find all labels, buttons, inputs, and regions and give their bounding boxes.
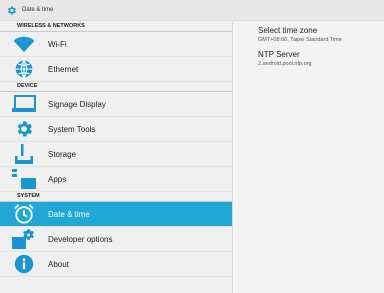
clock-icon — [10, 202, 38, 227]
sidebar-item-label: Apps — [48, 174, 67, 184]
sidebar-item-wifi[interactable]: Wi-Fi — [0, 32, 232, 57]
preference-summary: 2.android.pool.ntp.org — [258, 61, 312, 67]
preference-title: Select time zone — [258, 26, 318, 35]
section-header-system: SYSTEM — [0, 192, 232, 202]
settings-sidebar: WIRELESS & NETWORKS Wi-Fi Ethernet DEVIC… — [0, 22, 233, 293]
sidebar-item-date-time[interactable]: Date & time — [0, 202, 232, 227]
ethernet-icon — [10, 57, 38, 82]
wifi-icon — [10, 32, 38, 57]
window-title: Date & time — [22, 7, 54, 13]
section-header-device: DEVICE — [0, 82, 232, 92]
sidebar-item-apps[interactable]: Apps — [0, 167, 232, 192]
sidebar-item-label: System Tools — [48, 124, 96, 134]
sidebar-item-label: Date & time — [48, 209, 90, 219]
sidebar-item-label: Wi-Fi — [48, 39, 67, 49]
developer-icon — [10, 227, 38, 252]
title-bar: Date & time — [0, 0, 384, 21]
sidebar-item-ethernet[interactable]: Ethernet — [0, 57, 232, 82]
section-header-wireless: WIRELESS & NETWORKS — [0, 22, 232, 32]
ntp-server-preference[interactable]: NTP Server 2.android.pool.ntp.org — [258, 50, 384, 67]
date-time-panel: Select time zone GMT+08:00, Taipei Stand… — [258, 26, 384, 74]
sidebar-item-developer-options[interactable]: Developer options — [0, 227, 232, 252]
settings-window: Date & time WIRELESS & NETWORKS Wi-Fi Et… — [0, 0, 384, 293]
preference-title: NTP Server — [258, 50, 300, 59]
sidebar-item-label: Ethernet — [48, 64, 79, 74]
gear-icon — [10, 117, 38, 142]
storage-icon — [10, 142, 38, 167]
sidebar-item-label: Signage Display — [48, 99, 106, 109]
display-icon — [10, 92, 38, 117]
sidebar-item-label: About — [48, 259, 69, 269]
sidebar-item-label: Storage — [48, 149, 77, 159]
apps-icon — [10, 167, 38, 192]
sidebar-item-signage-display[interactable]: Signage Display — [0, 92, 232, 117]
sidebar-item-label: Developer options — [48, 234, 113, 244]
preference-summary: GMT+08:00, Taipei Standard Time — [258, 37, 342, 43]
info-icon — [10, 252, 38, 277]
gear-icon — [6, 5, 17, 16]
sidebar-item-about[interactable]: About — [0, 252, 232, 277]
sidebar-item-system-tools[interactable]: System Tools — [0, 117, 232, 142]
sidebar-item-storage[interactable]: Storage — [0, 142, 232, 167]
select-time-zone-preference[interactable]: Select time zone GMT+08:00, Taipei Stand… — [258, 26, 384, 43]
